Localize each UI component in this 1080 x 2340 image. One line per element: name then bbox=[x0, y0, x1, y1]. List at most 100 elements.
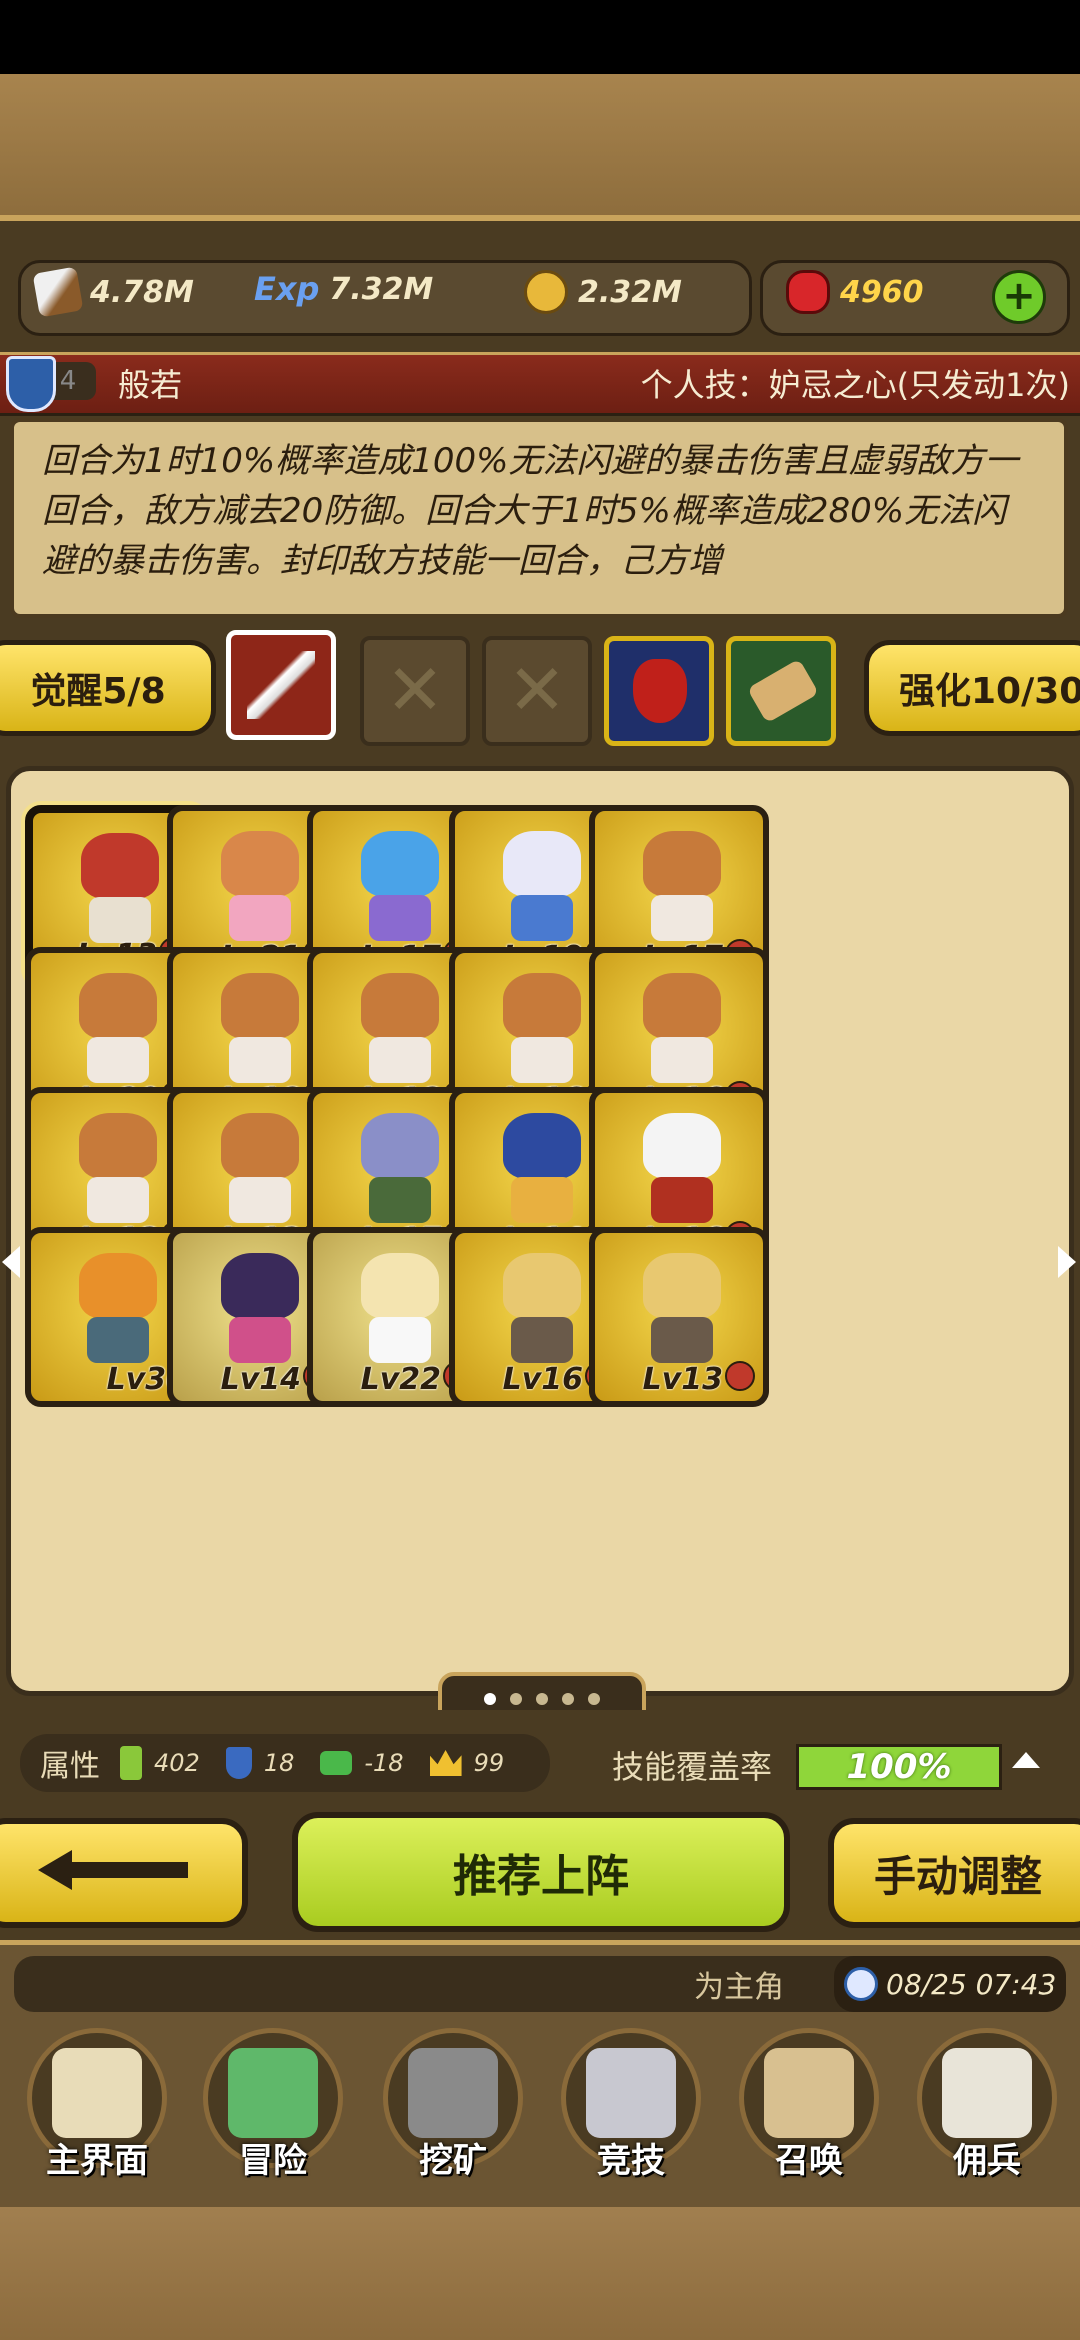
agility-icon bbox=[120, 1746, 142, 1780]
hero-portrait-body bbox=[651, 1037, 713, 1083]
defense-icon bbox=[225, 1747, 252, 1779]
nav-summon-scroll[interactable]: 召唤 bbox=[724, 2018, 894, 2188]
hero-portrait-body bbox=[511, 1317, 573, 1363]
page-dot[interactable] bbox=[588, 1693, 600, 1705]
island-icon bbox=[228, 2048, 318, 2138]
skill-description[interactable]: 回合为1时10%概率造成100%无法闪避的暴击伤害且虚弱敌方一回合，敌方减去20… bbox=[10, 418, 1068, 618]
tent-icon bbox=[942, 2048, 1032, 2138]
hero-level: Lv22 bbox=[360, 1362, 441, 1397]
page-dot[interactable] bbox=[510, 1693, 522, 1705]
hero-portrait-body bbox=[369, 895, 431, 941]
hero-portrait-body bbox=[651, 1177, 713, 1223]
scroll-left-arrow[interactable] bbox=[2, 1246, 20, 1278]
crown-icon bbox=[429, 1750, 462, 1776]
page-dot[interactable] bbox=[484, 1693, 496, 1705]
crossed-swords-icon bbox=[586, 2048, 676, 2138]
hero-portrait bbox=[79, 1253, 157, 1319]
recommend-deploy-button[interactable]: 推荐上阵 bbox=[292, 1812, 790, 1932]
hero-portrait bbox=[643, 973, 721, 1039]
back-arrow-icon bbox=[38, 1850, 188, 1890]
add-gems-button[interactable]: + bbox=[992, 270, 1046, 324]
page-dot[interactable] bbox=[536, 1693, 548, 1705]
hero-portrait bbox=[361, 831, 439, 897]
sword-icon bbox=[32, 266, 84, 318]
hero-portrait-body bbox=[369, 1177, 431, 1223]
weapon-slot-selected[interactable] bbox=[226, 630, 336, 740]
hero-portrait-body bbox=[511, 895, 573, 941]
empty-slot[interactable]: ✕ bbox=[360, 636, 470, 746]
attack-value: 4.78M bbox=[90, 274, 194, 310]
hero-portrait-body bbox=[651, 1317, 713, 1363]
gem-resource: 4960 bbox=[786, 270, 924, 314]
hero-level: Lv13 bbox=[642, 1362, 723, 1397]
hero-portrait-body bbox=[229, 1177, 291, 1223]
ticker-text: 为主角 bbox=[694, 1970, 784, 2005]
hero-portrait-body bbox=[87, 1317, 149, 1363]
nav-pickaxe[interactable]: 挖矿 bbox=[368, 2018, 538, 2188]
defense-value: 18 bbox=[263, 1749, 295, 1777]
hero-portrait-body bbox=[229, 1037, 291, 1083]
hero-portrait-body bbox=[229, 1317, 291, 1363]
exp-icon: Exp bbox=[254, 270, 320, 308]
hero-portrait bbox=[643, 1113, 721, 1179]
shield-icon bbox=[6, 356, 56, 412]
hero-portrait bbox=[643, 831, 721, 897]
oni-mask-icon bbox=[633, 659, 687, 723]
enhance-button[interactable]: 强化10/30 bbox=[864, 640, 1080, 736]
map-background-top bbox=[0, 74, 1080, 234]
nav-map-scroll[interactable]: 主界面 bbox=[12, 2018, 182, 2188]
gold-resource: 2.32M bbox=[524, 270, 682, 314]
hero-card[interactable]: Lv13 bbox=[589, 1227, 769, 1407]
lock-icon bbox=[725, 1361, 755, 1391]
clock-time: 08/25 07:43 bbox=[886, 1967, 1057, 2001]
hero-level: Lv16 bbox=[502, 1362, 583, 1397]
hero-portrait bbox=[361, 1113, 439, 1179]
hero-portrait bbox=[503, 831, 581, 897]
hero-portrait-body bbox=[369, 1317, 431, 1363]
ruby-icon bbox=[786, 270, 830, 314]
hero-portrait bbox=[361, 1253, 439, 1319]
hero-portrait bbox=[221, 1113, 299, 1179]
gem-value: 4960 bbox=[840, 274, 924, 310]
oni-mask-slot[interactable] bbox=[604, 636, 714, 746]
empty-slot[interactable]: ✕ bbox=[482, 636, 592, 746]
gold-coin-icon bbox=[524, 270, 568, 314]
hero-portrait bbox=[221, 973, 299, 1039]
hero-portrait bbox=[79, 973, 157, 1039]
agility-value: 402 bbox=[154, 1749, 200, 1777]
scroll-right-arrow[interactable] bbox=[1058, 1246, 1076, 1278]
scroll-icon bbox=[747, 658, 819, 724]
nav-crossed-swords[interactable]: 竞技 bbox=[546, 2018, 716, 2188]
hero-portrait-body bbox=[89, 897, 151, 943]
hero-portrait bbox=[221, 831, 299, 897]
hero-portrait bbox=[503, 1113, 581, 1179]
hero-portrait-body bbox=[511, 1037, 573, 1083]
map-background-bottom bbox=[0, 2200, 1080, 2340]
summon-scroll-icon bbox=[764, 2048, 854, 2138]
hero-portrait bbox=[503, 1253, 581, 1319]
speed-icon bbox=[320, 1751, 353, 1775]
skill-coverage-bar: 100% bbox=[796, 1744, 1002, 1790]
hero-portrait bbox=[643, 1253, 721, 1319]
nav-tent[interactable]: 佣兵 bbox=[902, 2018, 1072, 2188]
awaken-button[interactable]: 觉醒5/8 bbox=[0, 640, 216, 736]
pickaxe-icon bbox=[408, 2048, 498, 2138]
skill-coverage-fill: 100% bbox=[799, 1747, 999, 1787]
speed-value: -18 bbox=[364, 1749, 404, 1777]
attack-resource: 4.78M bbox=[32, 266, 194, 318]
nav-label: 召唤 bbox=[775, 2141, 843, 2181]
hero-portrait bbox=[81, 833, 159, 899]
manual-adjust-button[interactable]: 手动调整 bbox=[828, 1818, 1080, 1928]
expand-arrow-icon[interactable] bbox=[1012, 1752, 1040, 1768]
page-dot[interactable] bbox=[562, 1693, 574, 1705]
nav-island[interactable]: 冒险 bbox=[188, 2018, 358, 2188]
nav-label: 挖矿 bbox=[419, 2141, 487, 2181]
nav-label: 佣兵 bbox=[953, 2141, 1021, 2181]
hero-portrait-body bbox=[651, 895, 713, 941]
exp-value: 7.32M bbox=[329, 271, 434, 307]
nav-label: 冒险 bbox=[239, 2141, 307, 2181]
scroll-slot[interactable] bbox=[726, 636, 836, 746]
hero-portrait-body bbox=[511, 1177, 573, 1223]
hero-portrait bbox=[79, 1113, 157, 1179]
hero-portrait-body bbox=[229, 895, 291, 941]
